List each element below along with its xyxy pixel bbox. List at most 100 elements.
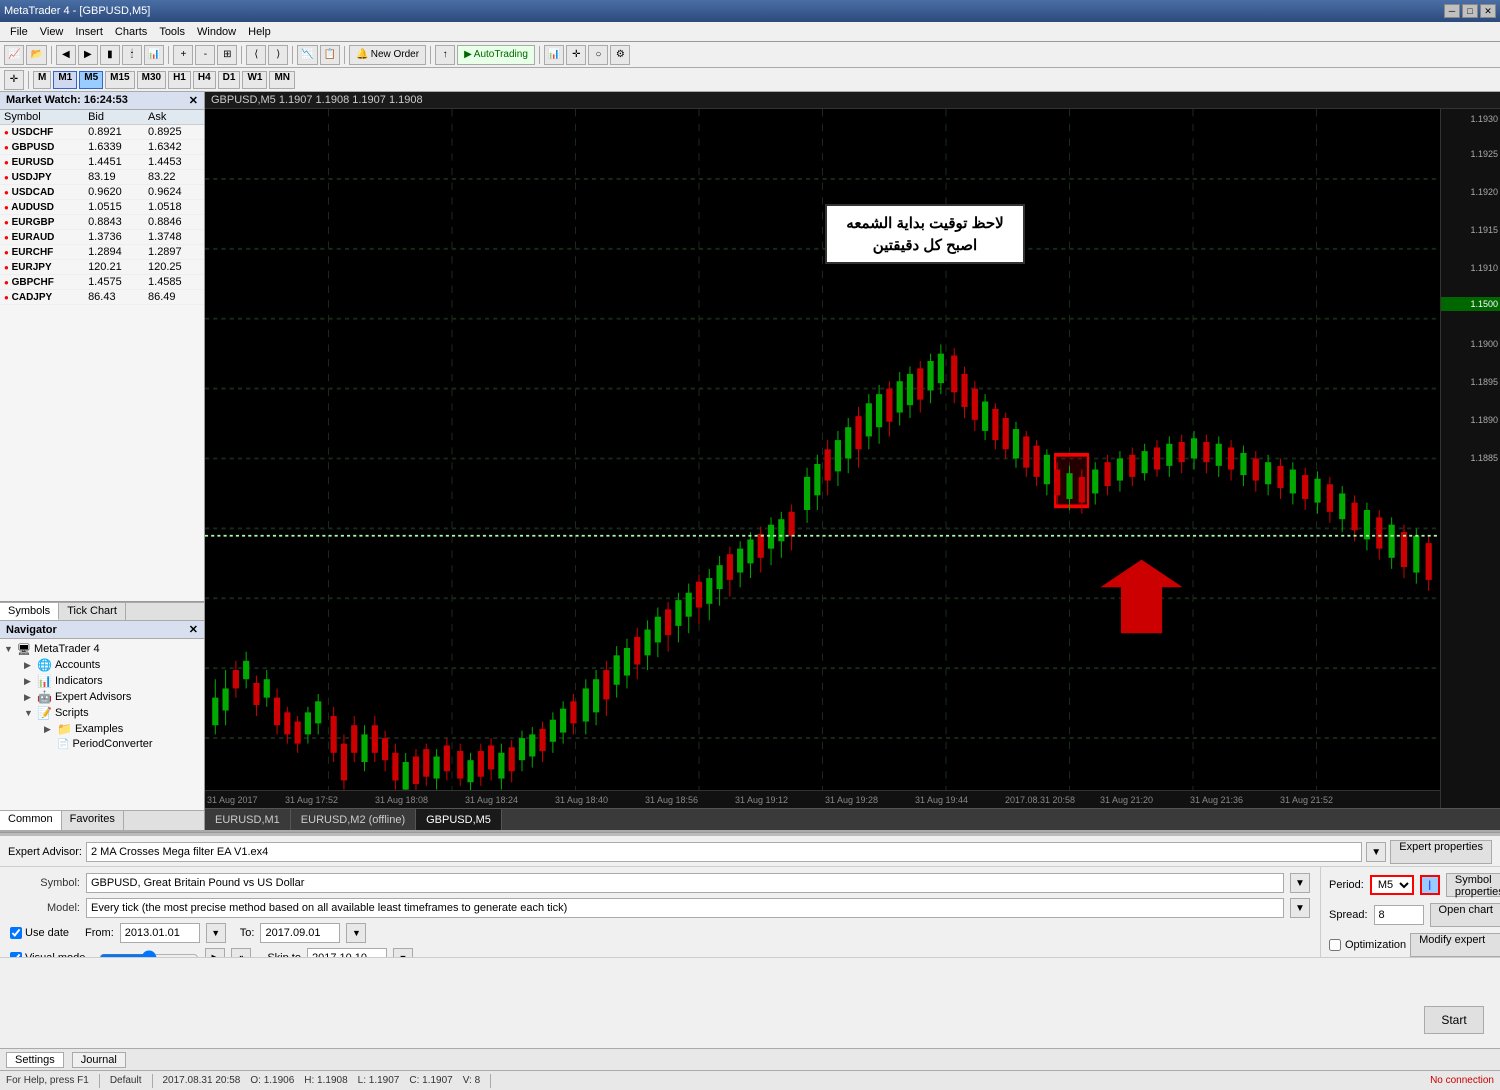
back-btn[interactable]: ◀ <box>56 45 76 65</box>
from-date-input[interactable] <box>120 923 200 943</box>
market-watch-row[interactable]: ● GBPCHF 1.4575 1.4585 <box>0 275 204 290</box>
market-watch-row[interactable]: ● USDCHF 0.8921 0.8925 <box>0 125 204 140</box>
market-watch-row[interactable]: ● AUDUSD 1.0515 1.0518 <box>0 200 204 215</box>
up-btn[interactable]: ↑ <box>435 45 455 65</box>
menu-help[interactable]: Help <box>242 24 277 40</box>
market-watch-row[interactable]: ● CADJPY 86.43 86.49 <box>0 290 204 305</box>
chart-type-btn[interactable]: 📊 <box>544 45 564 65</box>
new-chart-btn[interactable]: 📈 <box>4 45 24 65</box>
crosshair-btn[interactable]: ✛ <box>4 70 24 90</box>
tab-eurusd-m1[interactable]: EURUSD,M1 <box>205 809 291 830</box>
start-button[interactable]: Start <box>1424 1006 1484 1034</box>
tab-favorites[interactable]: Favorites <box>62 811 124 830</box>
symbol-input[interactable] <box>86 873 1284 893</box>
menu-file[interactable]: File <box>4 24 34 40</box>
period-m5-btn[interactable]: M5 <box>79 71 103 89</box>
tab-tick-chart[interactable]: Tick Chart <box>59 603 126 620</box>
modify-expert-btn[interactable]: Modify expert <box>1410 933 1500 957</box>
menu-insert[interactable]: Insert <box>69 24 109 40</box>
market-watch-row[interactable]: ● EURCHF 1.2894 1.2897 <box>0 245 204 260</box>
scroll-right-btn[interactable]: ⟩ <box>268 45 288 65</box>
skip-to-input[interactable] <box>307 948 387 957</box>
ea-dropdown-arrow[interactable]: ▼ <box>1366 842 1386 862</box>
period-mn-btn[interactable]: MN <box>269 71 295 89</box>
tab-gbpusd-m5[interactable]: GBPUSD,M5 <box>416 809 502 830</box>
market-watch-row[interactable]: ● GBPUSD 1.6339 1.6342 <box>0 140 204 155</box>
chart-main[interactable]: لاحظ توقيت بداية الشمعه اصبح كل دقيقتين … <box>205 109 1440 808</box>
auto-trading-button[interactable]: ▶ AutoTrading <box>457 45 535 65</box>
tree-root[interactable]: ▼ 🖥 MetaTrader 4 <box>2 641 202 657</box>
period-cursor[interactable]: | <box>1420 875 1440 895</box>
tab-symbols[interactable]: Symbols <box>0 603 59 620</box>
chart-bar-btn[interactable]: ▮ <box>100 45 120 65</box>
tab-eurusd-m2[interactable]: EURUSD,M2 (offline) <box>291 809 416 830</box>
tree-period-converter[interactable]: 📄 PeriodConverter <box>42 737 202 751</box>
period-select[interactable]: M5 <box>1370 875 1414 895</box>
forward-btn[interactable]: ▶ <box>78 45 98 65</box>
circle-btn[interactable]: ○ <box>588 45 608 65</box>
model-input[interactable] <box>86 898 1284 918</box>
market-watch-row[interactable]: ● USDCAD 0.9620 0.9624 <box>0 185 204 200</box>
indicator-btn[interactable]: 📉 <box>297 45 317 65</box>
settings-tab[interactable]: Settings <box>6 1052 64 1068</box>
journal-tab[interactable]: Journal <box>72 1052 126 1068</box>
settings-btn2[interactable]: ⚙ <box>610 45 630 65</box>
chart-candle-btn[interactable]: 🕯 <box>122 45 142 65</box>
play-button[interactable]: ▶ <box>205 948 225 957</box>
scroll-left-btn[interactable]: ⟨ <box>246 45 266 65</box>
tree-scripts[interactable]: ▼ 📝 Scripts <box>22 705 202 721</box>
zoom-out-btn[interactable]: - <box>195 45 215 65</box>
market-watch-row[interactable]: ● EURAUD 1.3736 1.3748 <box>0 230 204 245</box>
to-date-picker[interactable]: ▼ <box>346 923 366 943</box>
from-date-picker[interactable]: ▼ <box>206 923 226 943</box>
period-h1-btn[interactable]: H1 <box>168 71 191 89</box>
new-order-button[interactable]: 🔔 New Order <box>349 45 426 65</box>
symbol-dropdown-arrow[interactable]: ▼ <box>1290 873 1310 893</box>
visual-speed-slider[interactable] <box>99 950 199 957</box>
optimization-checkbox[interactable] <box>1329 939 1341 951</box>
period-m15-btn[interactable]: M15 <box>105 71 134 89</box>
market-watch-close[interactable]: ✕ <box>189 94 198 107</box>
open-btn[interactable]: 📂 <box>26 45 46 65</box>
tab-common[interactable]: Common <box>0 811 62 830</box>
period-w1-btn[interactable]: W1 <box>242 71 267 89</box>
skip-date-picker[interactable]: ▼ <box>393 948 413 957</box>
minimize-button[interactable]: ─ <box>1444 4 1460 18</box>
to-date-input[interactable] <box>260 923 340 943</box>
market-watch-row[interactable]: ● USDJPY 83.19 83.22 <box>0 170 204 185</box>
menu-view[interactable]: View <box>34 24 70 40</box>
market-watch-row[interactable]: ● EURUSD 1.4451 1.4453 <box>0 155 204 170</box>
ea-dropdown[interactable] <box>86 842 1362 862</box>
period-h4-btn[interactable]: H4 <box>193 71 216 89</box>
accounts-expand-icon: ▶ <box>24 660 34 671</box>
tree-expert-advisors[interactable]: ▶ 🤖 Expert Advisors <box>22 689 202 705</box>
pause-button[interactable]: ⏸ <box>231 948 251 957</box>
market-watch-row[interactable]: ● EURJPY 120.21 120.25 <box>0 260 204 275</box>
chart-line-btn[interactable]: 📊 <box>144 45 164 65</box>
zoom-in-btn[interactable]: + <box>173 45 193 65</box>
spread-input[interactable] <box>1374 905 1424 925</box>
navigator-close[interactable]: ✕ <box>189 623 198 636</box>
market-watch-row[interactable]: ● EURGBP 0.8843 0.8846 <box>0 215 204 230</box>
use-date-checkbox[interactable] <box>10 927 22 939</box>
tree-examples[interactable]: ▶ 📁 Examples <box>42 721 202 737</box>
menu-charts[interactable]: Charts <box>109 24 153 40</box>
close-button[interactable]: ✕ <box>1480 4 1496 18</box>
tree-accounts[interactable]: ▶ 🌐 Accounts <box>22 657 202 673</box>
expert-properties-btn[interactable]: Expert properties <box>1390 840 1492 864</box>
model-dropdown-arrow[interactable]: ▼ <box>1290 898 1310 918</box>
maximize-button[interactable]: □ <box>1462 4 1478 18</box>
menu-window[interactable]: Window <box>191 24 242 40</box>
period-m-btn[interactable]: M <box>33 71 51 89</box>
open-chart-btn[interactable]: Open chart <box>1430 903 1500 927</box>
symbol-properties-btn[interactable]: Symbol properties <box>1446 873 1500 897</box>
examples-expand-icon: ▶ <box>44 724 54 735</box>
period-m30-btn[interactable]: M30 <box>137 71 166 89</box>
cross-btn[interactable]: ✛ <box>566 45 586 65</box>
period-d1-btn[interactable]: D1 <box>218 71 241 89</box>
chart-fit-btn[interactable]: ⊞ <box>217 45 237 65</box>
period-m1-btn[interactable]: M1 <box>53 71 77 89</box>
template-btn[interactable]: 📋 <box>320 45 340 65</box>
menu-tools[interactable]: Tools <box>153 24 191 40</box>
tree-indicators[interactable]: ▶ 📊 Indicators <box>22 673 202 689</box>
